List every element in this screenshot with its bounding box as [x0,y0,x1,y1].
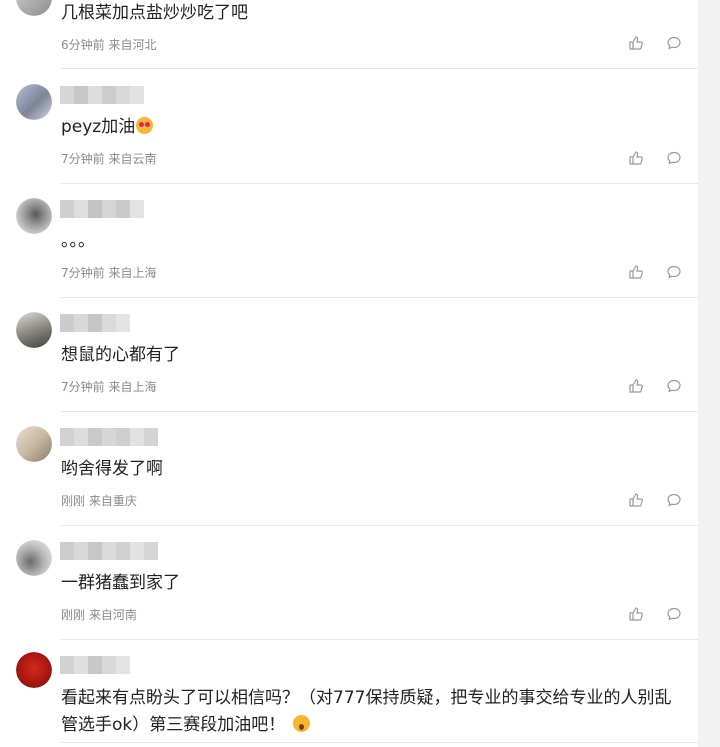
username-redacted[interactable] [60,656,130,674]
username-redacted[interactable] [60,86,144,104]
divider [61,68,698,69]
comment-bubble-icon[interactable] [666,378,682,394]
divider [61,411,698,412]
avatar[interactable] [16,0,52,16]
comment-bubble-icon[interactable] [666,492,682,508]
comment-actions [628,377,682,395]
username-redacted[interactable] [60,542,158,560]
divider [61,639,698,640]
thumbs-up-icon[interactable] [628,606,644,622]
comment-actions [628,491,682,509]
comment-meta: 7分钟前 来自上海 [61,380,157,394]
divider [61,742,698,743]
comment-actions [628,605,682,623]
thumbs-up-icon[interactable] [628,378,644,394]
comment-meta: 7分钟前 来自上海 [61,266,157,280]
avatar[interactable] [16,540,52,576]
comment-text: peyz加油 [61,114,154,141]
comment-actions [628,34,682,52]
comment-meta: 刚刚 来自河南 [61,608,137,622]
avatar[interactable] [16,426,52,462]
comment-actions [628,263,682,281]
scrollbar-track[interactable] [698,0,720,747]
comment-bubble-icon[interactable] [666,264,682,280]
avatar[interactable] [16,84,52,120]
avatar[interactable] [16,198,52,234]
comment-actions [628,149,682,167]
divider [61,525,698,526]
comment-text: 看起来有点盼头了可以相信吗？（对777保持质疑，把专业的事交给专业的人别乱管选手… [61,685,681,739]
avatar[interactable] [16,652,52,688]
comment-meta: 刚刚 来自重庆 [61,494,137,508]
comment-text-content: 看起来有点盼头了可以相信吗？（对777保持质疑，把专业的事交给专业的人别乱管选手… [61,688,672,735]
comment-text: 。。。 [61,231,95,251]
divider [61,297,698,298]
comment-text: 哟舍得发了啊 [61,459,163,479]
username-redacted[interactable] [60,200,144,218]
comment-text: 一群猪蠢到家了 [61,573,180,593]
avatar[interactable] [16,312,52,348]
thumbs-up-icon[interactable] [628,492,644,508]
comment-meta: 6分钟前 来自河北 [61,38,157,52]
divider [61,183,698,184]
thumbs-up-icon[interactable] [628,264,644,280]
username-redacted[interactable] [60,314,130,332]
comment-bubble-icon[interactable] [666,150,682,166]
comment-text: 几根菜加点盐炒炒吃了吧 [61,3,248,23]
heart-eyes-emoji-icon [136,117,154,134]
comment-meta: 7分钟前 来自云南 [61,152,157,166]
surprised-emoji-icon [293,715,311,732]
comment-text-content: peyz加油 [61,117,136,137]
thumbs-up-icon[interactable] [628,35,644,51]
comment-bubble-icon[interactable] [666,606,682,622]
thumbs-up-icon[interactable] [628,150,644,166]
comment-text: 想鼠的心都有了 [61,345,180,365]
comment-bubble-icon[interactable] [666,35,682,51]
username-redacted[interactable] [60,428,158,446]
